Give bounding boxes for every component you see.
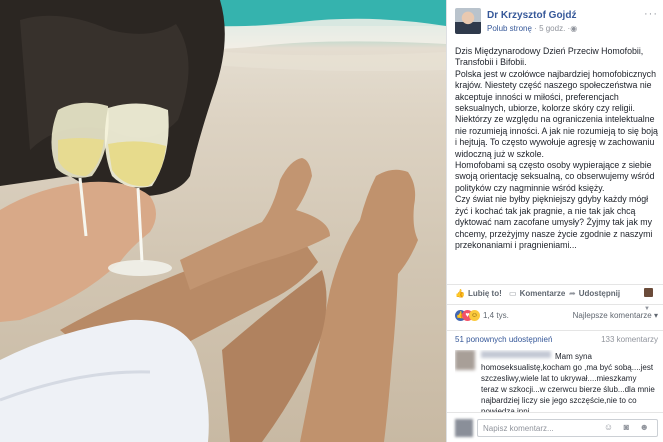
post-menu-button[interactable]: ··· bbox=[644, 8, 658, 20]
post-photo[interactable] bbox=[0, 0, 446, 442]
post-paragraph: Dzis Międzynarodowy Dzień Przeciw Homofo… bbox=[455, 46, 644, 68]
post-paragraph: Homofobami są często osoby wypierające z… bbox=[455, 160, 655, 193]
action-bar: 👍 Lubię to! ▭ Komentarze ➦ Udostępnij ▼ bbox=[447, 284, 663, 312]
author-name[interactable]: Dr Krzysztof Gojdź bbox=[487, 10, 576, 21]
share-label: Udostępnij bbox=[578, 289, 621, 298]
reactions-bar: 👍 ♥ ☺ 1,4 tys. Najlepsze komentarze ▾ bbox=[447, 304, 663, 326]
comment-input[interactable]: Napisz komentarz... ☺ ◙ ☻ bbox=[477, 419, 658, 437]
comment-composer: Napisz komentarz... ☺ ◙ ☻ bbox=[447, 412, 663, 442]
comment-item: Mam syna homoseksualistę,kocham go ,ma b… bbox=[455, 350, 660, 412]
post-panel: Dr Krzysztof Gojdź Polub stronę · 5 godz… bbox=[446, 0, 663, 442]
comment-icon: ▭ bbox=[509, 289, 517, 298]
like-label: Lubię to! bbox=[467, 289, 502, 298]
comment-placeholder: Napisz komentarz... bbox=[483, 424, 554, 433]
post-text: Dzis Międzynarodowy Dzień Przeciw Homofo… bbox=[455, 46, 661, 251]
beach-scene bbox=[0, 0, 446, 442]
haha-reaction-icon[interactable]: ☺ bbox=[469, 310, 480, 321]
comment-text: Mam syna homoseksualistę,kocham go ,ma b… bbox=[481, 352, 655, 412]
shares-count[interactable]: 51 ponownych udostępnień bbox=[455, 335, 552, 344]
page-avatar-icon bbox=[644, 288, 653, 297]
author-avatar[interactable] bbox=[455, 8, 481, 34]
commenter-avatar[interactable] bbox=[455, 350, 475, 370]
thumbs-up-icon: 👍 bbox=[455, 289, 465, 298]
post-as-selector[interactable]: ▼ bbox=[644, 288, 658, 312]
like-page-link[interactable]: Polub stronę bbox=[487, 24, 532, 33]
post-paragraph: Czy świat nie byłby piękniejszy gdyby ka… bbox=[455, 194, 653, 250]
post-header: Dr Krzysztof Gojdź Polub stronę · 5 godz… bbox=[455, 8, 660, 38]
comments-count[interactable]: 133 komentarzy bbox=[601, 335, 658, 344]
current-user-avatar bbox=[455, 419, 473, 437]
share-button[interactable]: ➦ Udostępnij bbox=[569, 289, 620, 298]
reaction-count[interactable]: 1,4 tys. bbox=[483, 311, 509, 320]
post-paragraph: Polska jest w czołówce najbardziej homof… bbox=[455, 68, 658, 159]
like-button[interactable]: 👍 Lubię to! bbox=[455, 289, 502, 298]
comment-sort-dropdown[interactable]: Najlepsze komentarze ▾ bbox=[573, 311, 658, 320]
composer-attach-icons[interactable]: ☺ ◙ ☻ bbox=[604, 422, 653, 432]
comment-label: Komentarze bbox=[519, 289, 566, 298]
globe-icon: ·◉ bbox=[567, 24, 578, 33]
comment-button[interactable]: ▭ Komentarze bbox=[509, 289, 565, 298]
post-meta: Polub stronę · 5 godz. ·◉ bbox=[487, 24, 577, 33]
meta-separator: · bbox=[534, 24, 537, 33]
share-arrow-icon: ➦ bbox=[569, 289, 576, 298]
post-stats: 51 ponownych udostępnień 133 komentarzy bbox=[447, 330, 663, 346]
white-shorts bbox=[0, 319, 209, 442]
post-time[interactable]: 5 godz. bbox=[539, 24, 565, 33]
